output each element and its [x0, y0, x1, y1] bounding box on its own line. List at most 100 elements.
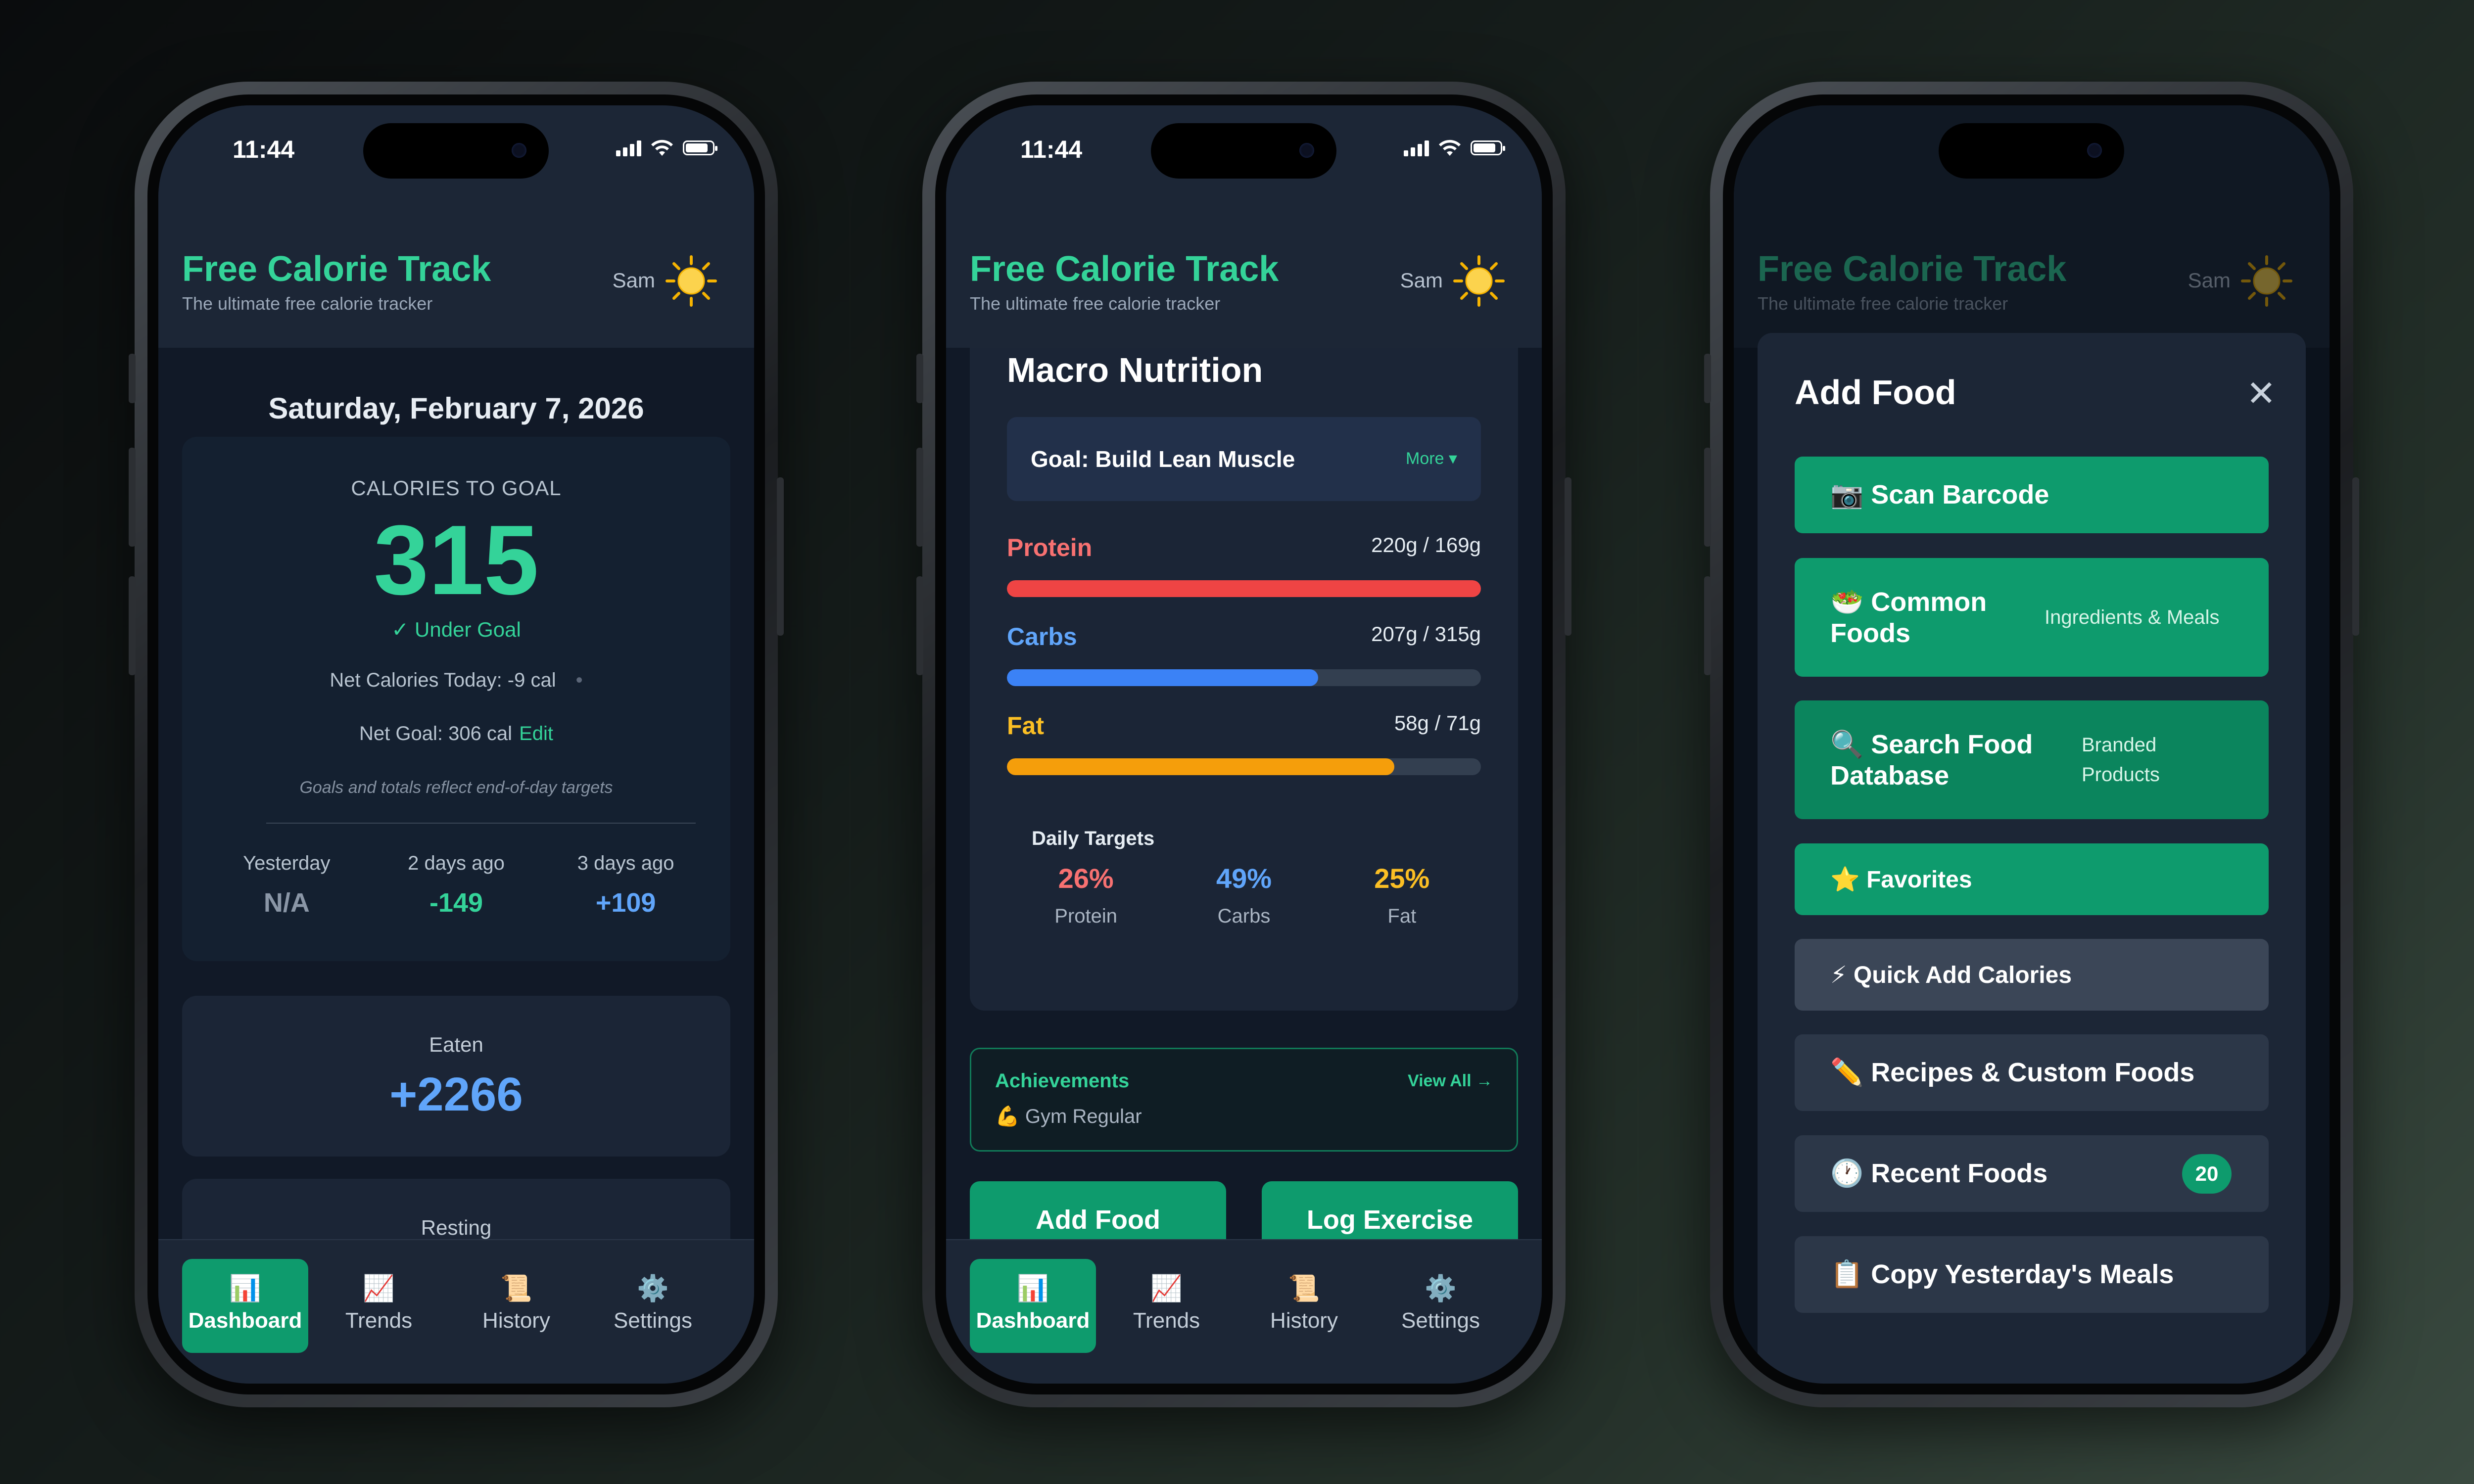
- history-value: +109: [595, 888, 656, 918]
- macro-track: [1007, 580, 1481, 597]
- option-label: 📋 Copy Yesterday's Meals: [1830, 1259, 2174, 1289]
- screen: 11:44 Free Calorie Track The ultimate fr…: [946, 105, 1542, 1384]
- achievements-title: Achievements: [995, 1070, 1130, 1092]
- history-label: Yesterday: [243, 852, 331, 874]
- sun-icon[interactable]: [664, 254, 718, 308]
- more-button[interactable]: More ▾: [1406, 449, 1457, 468]
- view-all-link[interactable]: View All →: [1408, 1071, 1493, 1091]
- info-dot-icon: •: [575, 669, 583, 691]
- tab-label: Dashboard: [976, 1308, 1090, 1333]
- bar-chart-icon: 📊: [1017, 1274, 1049, 1303]
- option-label: 🥗 Common Foods: [1830, 587, 1987, 648]
- option-label: 📷 Scan Barcode: [1830, 480, 2049, 510]
- history-item: 3 days ago +109: [552, 852, 700, 918]
- tab-trends[interactable]: 📈 Trends: [1103, 1259, 1230, 1353]
- wifi-icon: [651, 139, 673, 156]
- sun-icon[interactable]: [1452, 254, 1506, 308]
- macro-track: [1007, 669, 1481, 686]
- option-label: ✏️ Recipes & Custom Foods: [1830, 1058, 2195, 1087]
- option-label: ⭐ Favorites: [1830, 867, 1972, 893]
- history-item: Yesterday N/A: [212, 852, 361, 918]
- search-food-database-button[interactable]: 🔍 Search Food Database Branded Products: [1795, 700, 2269, 819]
- wifi-icon: [1439, 139, 1461, 156]
- goal-status: ✓ Under Goal: [391, 618, 521, 641]
- scan-barcode-button[interactable]: 📷 Scan Barcode: [1795, 457, 2269, 533]
- current-date: Saturday, February 7, 2026: [268, 392, 644, 425]
- screen: Free Calorie Track The ultimate free cal…: [1734, 105, 2330, 1384]
- user-name[interactable]: Sam: [613, 269, 655, 292]
- tab-history[interactable]: 📜 History: [1241, 1259, 1367, 1353]
- scroll-icon: 📜: [500, 1274, 532, 1303]
- phone-dashboard: 11:44 Free Calorie Track The ultimate fr…: [129, 82, 784, 1407]
- option-label: ⚡ Quick Add Calories: [1830, 962, 2072, 988]
- trend-chart-icon: 📈: [1150, 1274, 1183, 1303]
- recipes-custom-foods-button[interactable]: ✏️ Recipes & Custom Foods: [1795, 1034, 2269, 1111]
- tab-trends[interactable]: 📈 Trends: [316, 1259, 442, 1353]
- tab-history[interactable]: 📜 History: [453, 1259, 579, 1353]
- gear-icon: ⚙️: [637, 1274, 669, 1303]
- common-foods-button[interactable]: 🥗 Common Foods Ingredients & Meals: [1795, 558, 2269, 677]
- edit-goal-link[interactable]: Edit: [519, 723, 553, 744]
- target-label: Protein: [1054, 905, 1118, 927]
- gear-icon: ⚙️: [1425, 1274, 1457, 1303]
- signal-icon: [616, 139, 641, 156]
- app-title: Free Calorie Track: [970, 249, 1279, 289]
- app-title: Free Calorie Track: [182, 249, 491, 289]
- eaten-value: +2266: [389, 1068, 523, 1121]
- phone-add-food: Free Calorie Track The ultimate free cal…: [1704, 82, 2359, 1407]
- tab-label: History: [1270, 1308, 1338, 1333]
- eaten-card[interactable]: Eaten +2266: [182, 996, 730, 1157]
- target-value: 25%: [1374, 863, 1430, 894]
- history-item: 2 days ago -149: [382, 852, 530, 918]
- quick-add-calories-button[interactable]: ⚡ Quick Add Calories: [1795, 939, 2269, 1011]
- resting-label: Resting: [421, 1216, 492, 1239]
- history-row: Yesterday N/A 2 days ago -149 3 days ago…: [182, 852, 730, 918]
- user-name[interactable]: Sam: [1400, 269, 1443, 292]
- status-time: 11:44: [1020, 136, 1083, 163]
- tab-label: Trends: [345, 1308, 413, 1333]
- macro-name: Fat: [1007, 712, 1044, 740]
- copy-yesterdays-meals-button[interactable]: 📋 Copy Yesterday's Meals: [1795, 1236, 2269, 1313]
- tab-label: Settings: [614, 1308, 692, 1333]
- daily-targets: 26% Protein 49% Carbs 25% Fat: [1007, 862, 1481, 928]
- target-label: Carbs: [1217, 905, 1271, 927]
- macro-name: Carbs: [1007, 623, 1077, 650]
- history-label: 2 days ago: [408, 852, 505, 874]
- macro-title: Macro Nutrition: [1007, 351, 1263, 389]
- signal-icon: [1404, 139, 1429, 156]
- tab-dashboard[interactable]: 📊 Dashboard: [970, 1259, 1096, 1353]
- close-icon[interactable]: ✕: [2246, 372, 2276, 414]
- trend-chart-icon: 📈: [363, 1274, 395, 1303]
- tab-settings[interactable]: ⚙️ Settings: [590, 1259, 716, 1353]
- tab-label: Settings: [1401, 1308, 1480, 1333]
- bar-chart-icon: 📊: [229, 1274, 261, 1303]
- net-goal: Net Goal: 306 cal: [359, 723, 513, 744]
- tab-settings[interactable]: ⚙️ Settings: [1378, 1259, 1504, 1353]
- achievements-card[interactable]: Achievements View All → 💪 Gym Regular: [970, 1048, 1518, 1152]
- goal-note: Goals and totals reflect end-of-day targ…: [299, 778, 613, 797]
- goal-text: Goal: Build Lean Muscle: [1031, 446, 1295, 472]
- macro-amount: 58g / 71g: [1394, 711, 1481, 735]
- calories-goal-card: CALORIES TO GOAL 315 ✓ Under Goal Net Ca…: [182, 437, 730, 961]
- history-value: -149: [429, 888, 483, 918]
- tab-label: Trends: [1133, 1308, 1200, 1333]
- macro-fill: [1007, 580, 1481, 597]
- favorites-button[interactable]: ⭐ Favorites: [1795, 843, 2269, 915]
- scroll-icon: 📜: [1288, 1274, 1320, 1303]
- achievement-item: 💪 Gym Regular: [995, 1106, 1142, 1127]
- option-label: 🕐 Recent Foods: [1830, 1159, 2048, 1188]
- macro-name: Protein: [1007, 534, 1093, 561]
- tab-bar: 📊 Dashboard 📈 Trends 📜 History ⚙️ Settings: [946, 1239, 1542, 1384]
- macro-amount: 207g / 315g: [1371, 622, 1481, 646]
- recent-foods-button[interactable]: 🕐 Recent Foods 20: [1795, 1135, 2269, 1212]
- target-protein: 26% Protein: [1017, 862, 1155, 928]
- goal-pill[interactable]: Goal: Build Lean Muscle More ▾: [1007, 417, 1481, 501]
- target-carbs: 49% Carbs: [1175, 862, 1313, 928]
- tab-dashboard[interactable]: 📊 Dashboard: [182, 1259, 308, 1353]
- battery-icon: [1471, 140, 1505, 155]
- history-label: 3 days ago: [577, 852, 674, 874]
- battery-icon: [683, 140, 717, 155]
- recent-foods-count-badge: 20: [2182, 1154, 2232, 1194]
- macro-amount: 220g / 169g: [1371, 533, 1481, 556]
- tab-label: Dashboard: [188, 1308, 302, 1333]
